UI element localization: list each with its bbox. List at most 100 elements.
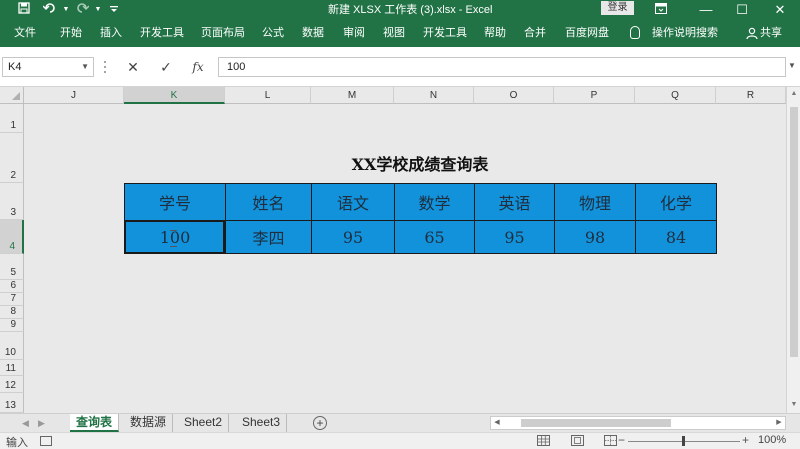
column-header-k[interactable]: K [124,87,225,104]
vertical-scrollbar[interactable]: ▲ ▼ [786,87,800,413]
next-sheet-icon[interactable]: ▶ [38,414,45,432]
header-cell-chemistry[interactable]: 化学 [635,183,717,221]
horizontal-scroll-thumb[interactable] [521,419,671,427]
tab-data[interactable]: 数据 [302,20,324,47]
tab-help[interactable]: 帮助 [484,20,506,47]
window-title: 新建 XLSX 工作表 (3).xlsx - Excel [328,4,493,16]
add-sheet-button[interactable]: + [313,416,327,430]
tab-review[interactable]: 审阅 [343,20,365,47]
zoom-out-button[interactable]: − [618,433,625,447]
row-header-4[interactable]: 4 [0,220,24,254]
column-header-n[interactable]: N [394,87,474,104]
excel-window: ▼ ▼ 新建 XLSX 工作表 (3).xlsx - Excel 登录 — ☐ … [0,0,800,449]
maximize-button[interactable]: ☐ [728,0,756,20]
zoom-slider-thumb[interactable] [682,436,685,446]
header-cell-student-id[interactable]: 学号 [124,183,226,221]
column-header-j[interactable]: J [24,87,124,104]
column-header-o[interactable]: O [474,87,554,104]
formula-bar: K4 ▼ ✕ ✓ fx 100 ▼ [0,47,800,87]
header-cell-chinese[interactable]: 语文 [311,183,395,221]
scroll-right-icon[interactable]: ▶ [773,417,785,429]
tab-baidu-netdisk[interactable]: 百度网盘 [565,20,609,47]
row-header-1[interactable]: 1 [0,104,24,133]
cell-english[interactable]: 95 [474,220,555,254]
header-cell-physics[interactable]: 物理 [554,183,636,221]
header-cell-math[interactable]: 数学 [394,183,475,221]
tab-developer-2[interactable]: 开发工具 [423,20,467,47]
tab-page-layout[interactable]: 页面布局 [201,20,245,47]
cell-math[interactable]: 65 [394,220,475,254]
tab-view[interactable]: 视图 [383,20,405,47]
cell-chinese[interactable]: 95 [311,220,395,254]
tab-merge[interactable]: 合并 [524,20,546,47]
macro-record-icon[interactable] [40,436,52,446]
cell-chemistry[interactable]: 84 [635,220,717,254]
sheet-tab-data-source[interactable]: 数据源 [124,414,174,432]
normal-view-icon[interactable] [537,435,550,446]
tab-developer[interactable]: 开发工具 [140,20,184,47]
worksheet-grid[interactable]: J K L M N O P Q R 1 2 3 4 5 6 7 8 9 10 1… [0,87,786,413]
zoom-level[interactable]: 100% [758,434,786,446]
cancel-icon[interactable]: ✕ [121,57,145,77]
row-header-3[interactable]: 3 [0,183,24,220]
tell-me-search[interactable]: 操作说明搜索 [652,20,718,47]
select-all-button[interactable] [0,87,24,104]
close-button[interactable]: ✕ [766,0,794,20]
enter-icon[interactable]: ✓ [154,57,178,77]
column-header-l[interactable]: L [225,87,311,104]
column-header-p[interactable]: P [554,87,635,104]
sheet-tab-query[interactable]: 查询表 [70,414,120,432]
lightbulb-icon [630,26,640,39]
page-break-view-icon[interactable] [604,435,617,446]
chevron-down-icon[interactable]: ▼ [81,58,89,76]
row-header-9[interactable]: 9 [0,319,24,332]
scroll-up-icon[interactable]: ▲ [789,89,799,99]
column-header-r[interactable]: R [716,87,786,104]
row-header-7[interactable]: 7 [0,293,24,306]
insert-function-icon[interactable]: fx [186,57,210,77]
row-header-13[interactable]: 13 [0,393,24,413]
row-header-10[interactable]: 10 [0,332,24,360]
ribbon-display-options-icon[interactable] [647,0,675,20]
login-button[interactable]: 登录 [601,1,634,15]
save-icon[interactable] [14,1,34,19]
tab-formulas[interactable]: 公式 [262,20,284,47]
vertical-scroll-thumb[interactable] [790,107,798,357]
row-header-6[interactable]: 6 [0,280,24,293]
column-header-q[interactable]: Q [635,87,716,104]
customize-toolbar-icon[interactable] [104,1,124,19]
title-bar: ▼ ▼ 新建 XLSX 工作表 (3).xlsx - Excel 登录 — ☐ … [0,0,800,20]
minimize-button[interactable]: — [692,0,720,20]
tab-home[interactable]: 开始 [60,20,82,47]
sheet-title: XX学校成绩查询表 [351,155,489,174]
prev-sheet-icon[interactable]: ◀ [22,414,29,432]
page-layout-view-icon[interactable] [571,435,584,446]
zoom-in-button[interactable]: + [742,433,749,447]
header-cell-name[interactable]: 姓名 [225,183,312,221]
user-icon [746,27,758,40]
scroll-left-icon[interactable]: ◀ [491,417,503,429]
sheet-tab-sheet3[interactable]: Sheet3 [236,414,288,432]
expand-formula-bar-icon[interactable]: ▼ [788,61,796,70]
horizontal-scrollbar[interactable]: ◀ ▶ [490,416,786,430]
scroll-down-icon[interactable]: ▼ [789,400,799,410]
row-header-11[interactable]: 11 [0,360,24,376]
header-cell-english[interactable]: 英语 [474,183,555,221]
formula-input[interactable]: 100 [218,57,786,77]
table-header-row: 学号 姓名 语文 数学 英语 物理 化学 [124,183,717,221]
ribbon-tabs: 文件 开始 插入 开发工具 页面布局 公式 数据 审阅 视图 开发工具 帮助 合… [0,20,800,47]
sheet-tabs-bar: ◀ ▶ 查询表 数据源 Sheet2 Sheet3 + ◀ ▶ [0,413,800,432]
cell-physics[interactable]: 98 [554,220,636,254]
row-header-5[interactable]: 5 [0,254,24,280]
column-header-m[interactable]: M [311,87,394,104]
row-header-12[interactable]: 12 [0,376,24,393]
formula-bar-grip-icon[interactable] [103,60,107,74]
name-box[interactable]: K4 ▼ [2,57,94,77]
row-header-8[interactable]: 8 [0,306,24,319]
tab-insert[interactable]: 插入 [100,20,122,47]
row-header-2[interactable]: 2 [0,133,24,183]
share-button[interactable]: 共享 [760,20,782,47]
sheet-tab-sheet2[interactable]: Sheet2 [178,414,230,432]
tab-file[interactable]: 文件 [14,20,36,47]
cell-name[interactable]: 李四 [225,220,312,254]
